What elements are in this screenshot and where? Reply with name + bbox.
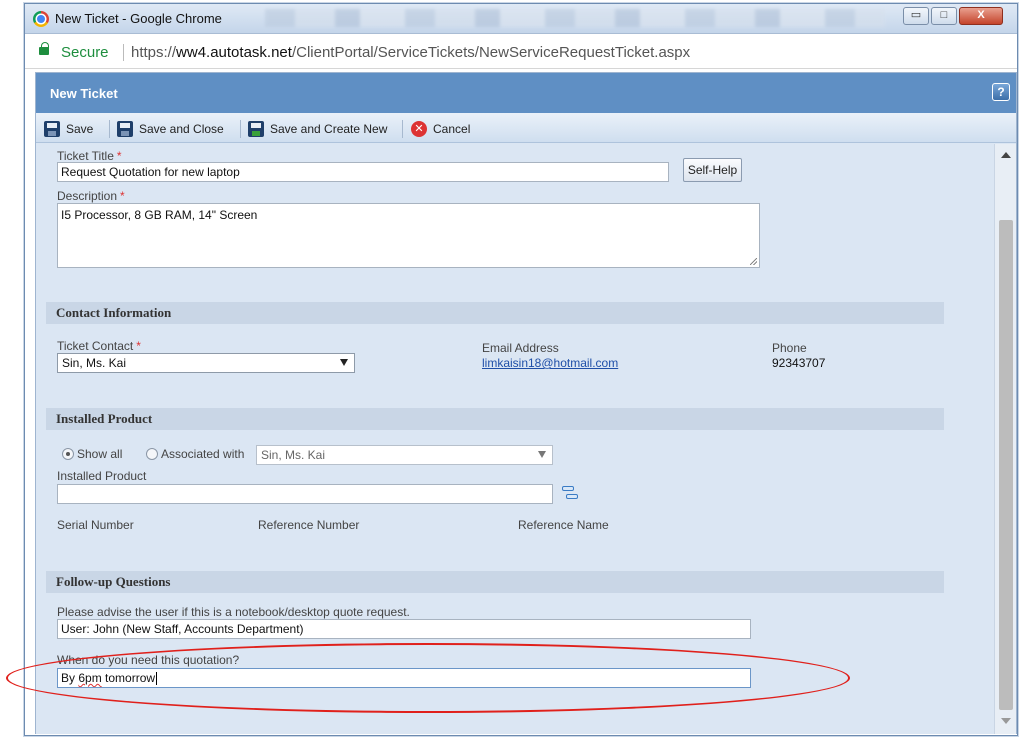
ticket-contact-label-text: Ticket Contact: [57, 339, 134, 353]
installed-product-input[interactable]: [57, 484, 553, 504]
contact-information-header: Contact Information: [46, 302, 944, 324]
window-title: New Ticket - Google Chrome: [55, 11, 222, 26]
title-bar[interactable]: New Ticket - Google Chrome ▭ □ X: [25, 4, 1017, 34]
save-disk-icon: [44, 121, 60, 137]
answer-2-suffix: tomorrow: [101, 671, 156, 685]
radio-show-all-label: Show all: [77, 447, 123, 461]
installed-product-header: Installed Product: [46, 408, 944, 430]
vertical-scrollbar[interactable]: [994, 144, 1016, 734]
radio-show-all[interactable]: Show all: [62, 447, 122, 461]
browser-window: New Ticket - Google Chrome ▭ □ X Secure …: [24, 3, 1018, 736]
installed-product-label: Installed Product: [57, 469, 147, 483]
save-button[interactable]: Save: [44, 120, 93, 138]
toolbar-separator: [109, 120, 110, 138]
save-label: Save: [66, 122, 94, 136]
ticket-contact-value: Sin, Ms. Kai: [62, 356, 127, 370]
save-close-label: Save and Close: [139, 122, 224, 136]
page-title: New Ticket: [50, 86, 118, 101]
serial-number-label: Serial Number: [57, 518, 134, 532]
app-header: New Ticket ?: [36, 73, 1016, 113]
save-new-disk-icon: [248, 121, 264, 137]
save-close-disk-icon: [117, 121, 133, 137]
followup-answer-1-input[interactable]: User: John (New Staff, Accounts Departme…: [57, 619, 751, 639]
scroll-up-icon[interactable]: [1001, 152, 1011, 158]
url-domain: ww4.autotask.net: [176, 44, 292, 61]
answer-2-word: 6pm: [78, 671, 102, 685]
toolbar: Save Save and Close Save and Create New …: [36, 113, 1016, 143]
email-address-link[interactable]: limkaisin18@hotmail.com: [482, 356, 618, 370]
help-icon[interactable]: ?: [992, 83, 1010, 101]
description-label: Description *: [57, 189, 125, 203]
ticket-title-input[interactable]: Request Quotation for new laptop: [57, 162, 669, 182]
reference-name-label: Reference Name: [518, 518, 609, 532]
cancel-label: Cancel: [433, 122, 471, 136]
form-content: Ticket Title * Request Quotation for new …: [36, 144, 994, 734]
address-separator: [123, 44, 124, 61]
ticket-title-label: Ticket Title *: [57, 149, 122, 163]
dropdown-arrow-icon: [538, 451, 546, 458]
url-scheme: https://: [131, 44, 177, 61]
dropdown-arrow-icon: [340, 359, 348, 366]
cancel-button[interactable]: ✕ Cancel: [411, 120, 470, 138]
description-textarea[interactable]: I5 Processor, 8 GB RAM, 14" Screen: [57, 203, 760, 268]
ticket-page: New Ticket ? Save Save and Close Save an…: [35, 72, 1017, 734]
description-label-text: Description: [57, 189, 118, 203]
text-caret: [156, 672, 158, 686]
associated-contact-select[interactable]: Sin, Ms. Kai: [256, 445, 553, 465]
associated-contact-value: Sin, Ms. Kai: [261, 448, 326, 462]
answer-2-prefix: By: [61, 671, 79, 685]
ticket-contact-select[interactable]: Sin, Ms. Kai: [57, 353, 355, 373]
chrome-logo-icon: [33, 11, 49, 27]
required-mark: *: [136, 339, 141, 353]
description-text: I5 Processor, 8 GB RAM, 14" Screen: [61, 208, 258, 222]
follow-up-questions-header: Follow-up Questions: [46, 571, 944, 593]
blurred-taskbar: [265, 9, 885, 27]
toolbar-separator: [240, 120, 241, 138]
followup-question-1-label: Please advise the user if this is a note…: [57, 605, 410, 619]
cancel-icon: ✕: [411, 121, 427, 137]
lock-icon: [39, 42, 49, 55]
url-text[interactable]: https://ww4.autotask.net/ClientPortal/Se…: [131, 44, 690, 61]
lookup-icon[interactable]: [562, 486, 580, 502]
secure-label[interactable]: Secure: [61, 44, 109, 61]
required-mark: *: [116, 149, 122, 163]
scroll-thumb[interactable]: [999, 220, 1013, 710]
radio-associated-label: Associated with: [161, 447, 245, 461]
phone-value: 92343707: [772, 356, 826, 370]
maximize-button[interactable]: □: [931, 7, 957, 25]
save-and-close-button[interactable]: Save and Close: [117, 120, 224, 138]
followup-question-2-label: When do you need this quotation?: [57, 653, 240, 667]
minimize-button[interactable]: ▭: [903, 7, 929, 25]
close-button[interactable]: X: [959, 7, 1003, 25]
url-path: /ClientPortal/ServiceTickets/NewServiceR…: [291, 44, 691, 61]
radio-checked-icon[interactable]: [62, 448, 74, 460]
self-help-button[interactable]: Self-Help: [683, 158, 742, 182]
reference-number-label: Reference Number: [258, 518, 360, 532]
save-new-label: Save and Create New: [270, 122, 388, 136]
ticket-contact-label: Ticket Contact *: [57, 339, 141, 353]
radio-associated-with[interactable]: Associated with: [146, 447, 244, 461]
ticket-title-label-text: Ticket Title: [57, 149, 114, 163]
resize-grip-icon[interactable]: [750, 258, 757, 265]
phone-label: Phone: [772, 341, 807, 355]
email-address-label: Email Address: [482, 341, 559, 355]
required-mark: *: [120, 189, 125, 203]
save-and-create-new-button[interactable]: Save and Create New: [248, 120, 387, 138]
radio-unchecked-icon[interactable]: [146, 448, 158, 460]
toolbar-separator: [402, 120, 403, 138]
followup-answer-2-input[interactable]: By 6pm tomorrow: [57, 668, 751, 688]
scroll-down-icon[interactable]: [1001, 718, 1011, 724]
address-bar[interactable]: Secure https://ww4.autotask.net/ClientPo…: [25, 35, 1017, 69]
